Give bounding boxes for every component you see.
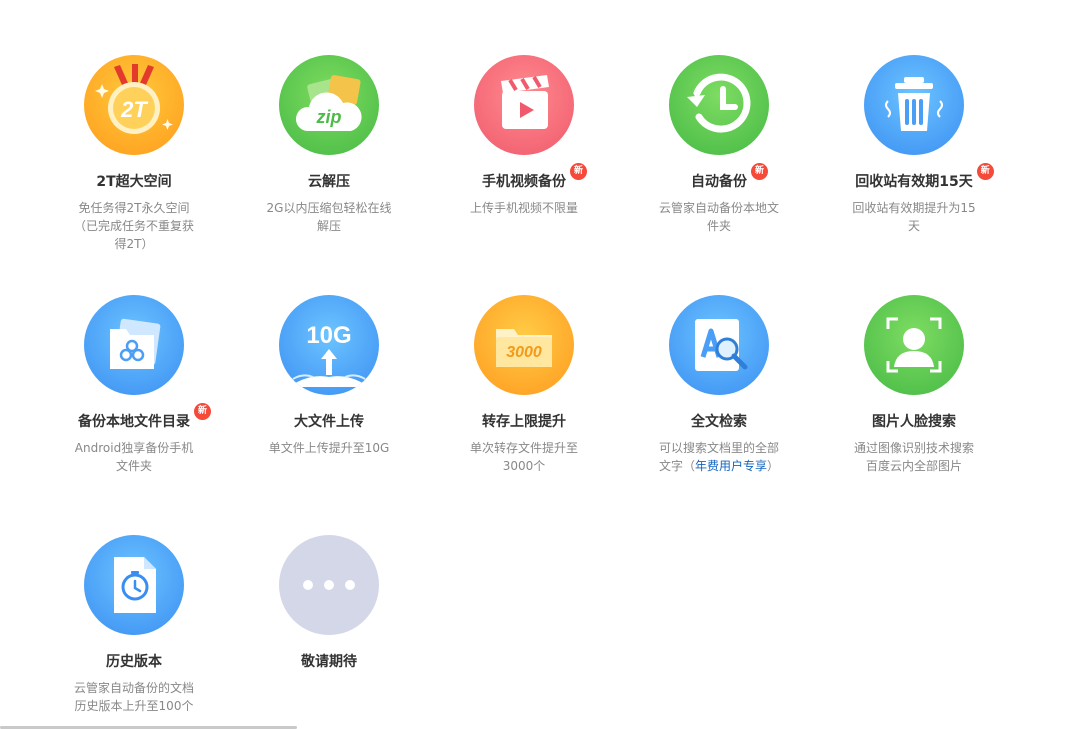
feature-title: 大文件上传 bbox=[294, 414, 364, 430]
feature-title: 云解压 bbox=[308, 174, 350, 190]
feature-coming-soon: 敬请期待 bbox=[249, 535, 409, 671]
svg-text:zip: zip bbox=[316, 107, 342, 127]
video-clapper-icon bbox=[474, 55, 574, 155]
new-badge: 新 bbox=[194, 403, 211, 420]
feature-video-backup: 手机视频备份新 上传手机视频不限量 bbox=[444, 55, 604, 217]
feature-desc: 免任务得2T永久空间（已完成任务不重复获得2T） bbox=[73, 201, 194, 251]
feature-title: 备份本地文件目录新 bbox=[78, 403, 211, 432]
clock-backup-icon bbox=[669, 55, 769, 155]
new-badge: 新 bbox=[570, 163, 587, 180]
feature-desc: 可以搜索文档里的全部文字（年费用户专享） bbox=[658, 441, 780, 473]
feature-desc: 单次转存文件提升至3000个 bbox=[469, 441, 578, 473]
svg-text:10G: 10G bbox=[306, 322, 351, 349]
feature-transfer-limit: 3000 转存上限提升 单次转存文件提升至3000个 bbox=[444, 295, 604, 475]
medal-2t-icon: 2T bbox=[84, 55, 184, 155]
feature-face-search: 图片人脸搜索 通过图像识别技术搜索百度云内全部图片 bbox=[834, 295, 994, 475]
document-search-icon bbox=[669, 295, 769, 395]
folder-backup-icon bbox=[84, 295, 184, 395]
feature-desc: 2G以内压缩包轻松在线解压 bbox=[266, 201, 392, 233]
feature-grid: 2T 2T超大空间 免任务得2T永久空间（已完成任务不重复获得2T） zip 云… bbox=[0, 0, 1084, 729]
new-badge: 新 bbox=[976, 163, 994, 180]
feature-title: 回收站有效期15天新 bbox=[855, 163, 994, 192]
svg-text:2T: 2T bbox=[120, 97, 148, 122]
feature-title: 历史版本 bbox=[106, 654, 162, 670]
feature-auto-backup: 自动备份新 云管家自动备份本地文件夹 bbox=[639, 55, 799, 235]
feature-2t-space: 2T 2T超大空间 免任务得2T永久空间（已完成任务不重复获得2T） bbox=[54, 55, 214, 253]
history-version-icon bbox=[84, 535, 184, 635]
zip-cloud-icon: zip bbox=[279, 55, 379, 155]
feature-fulltext-search: 全文检索 可以搜索文档里的全部文字（年费用户专享） bbox=[639, 295, 799, 475]
svg-text:3000: 3000 bbox=[506, 344, 542, 361]
folder-3000-icon: 3000 bbox=[474, 295, 574, 395]
feature-desc: 云管家自动备份的文档历史版本上升至100个 bbox=[73, 681, 194, 713]
more-dots-icon bbox=[279, 535, 379, 635]
feature-title: 敬请期待 bbox=[301, 654, 357, 670]
feature-recycle-bin: 回收站有效期15天新 回收站有效期提升为15天 bbox=[834, 55, 994, 235]
feature-title: 手机视频备份新 bbox=[482, 163, 587, 192]
feature-desc: 云管家自动备份本地文件夹 bbox=[658, 201, 779, 233]
feature-title: 转存上限提升 bbox=[482, 414, 566, 430]
feature-history-version: 历史版本 云管家自动备份的文档历史版本上升至100个 bbox=[54, 535, 214, 715]
feature-title: 全文检索 bbox=[691, 414, 747, 430]
feature-cloud-unzip: zip 云解压 2G以内压缩包轻松在线解压 bbox=[249, 55, 409, 235]
feature-large-upload: 10G 大文件上传 单文件上传提升至10G bbox=[249, 295, 409, 457]
new-badge: 新 bbox=[751, 163, 768, 180]
feature-desc: 单文件上传提升至10G bbox=[268, 441, 390, 455]
feature-desc: Android独享备份手机文件夹 bbox=[74, 441, 194, 473]
feature-title: 图片人脸搜索 bbox=[872, 414, 956, 430]
vip-only-link[interactable]: 年费用户专享 bbox=[695, 459, 767, 473]
feature-local-folder-backup: 备份本地文件目录新 Android独享备份手机文件夹 bbox=[54, 295, 214, 475]
feature-title: 自动备份新 bbox=[691, 163, 768, 192]
feature-desc: 通过图像识别技术搜索百度云内全部图片 bbox=[853, 441, 974, 473]
trash-bin-icon bbox=[864, 55, 964, 155]
feature-title: 2T超大空间 bbox=[96, 174, 172, 190]
feature-desc: 上传手机视频不限量 bbox=[469, 201, 578, 215]
feature-desc: 回收站有效期提升为15天 bbox=[852, 201, 976, 233]
face-scan-icon bbox=[864, 295, 964, 395]
upload-10g-icon: 10G bbox=[279, 295, 379, 395]
